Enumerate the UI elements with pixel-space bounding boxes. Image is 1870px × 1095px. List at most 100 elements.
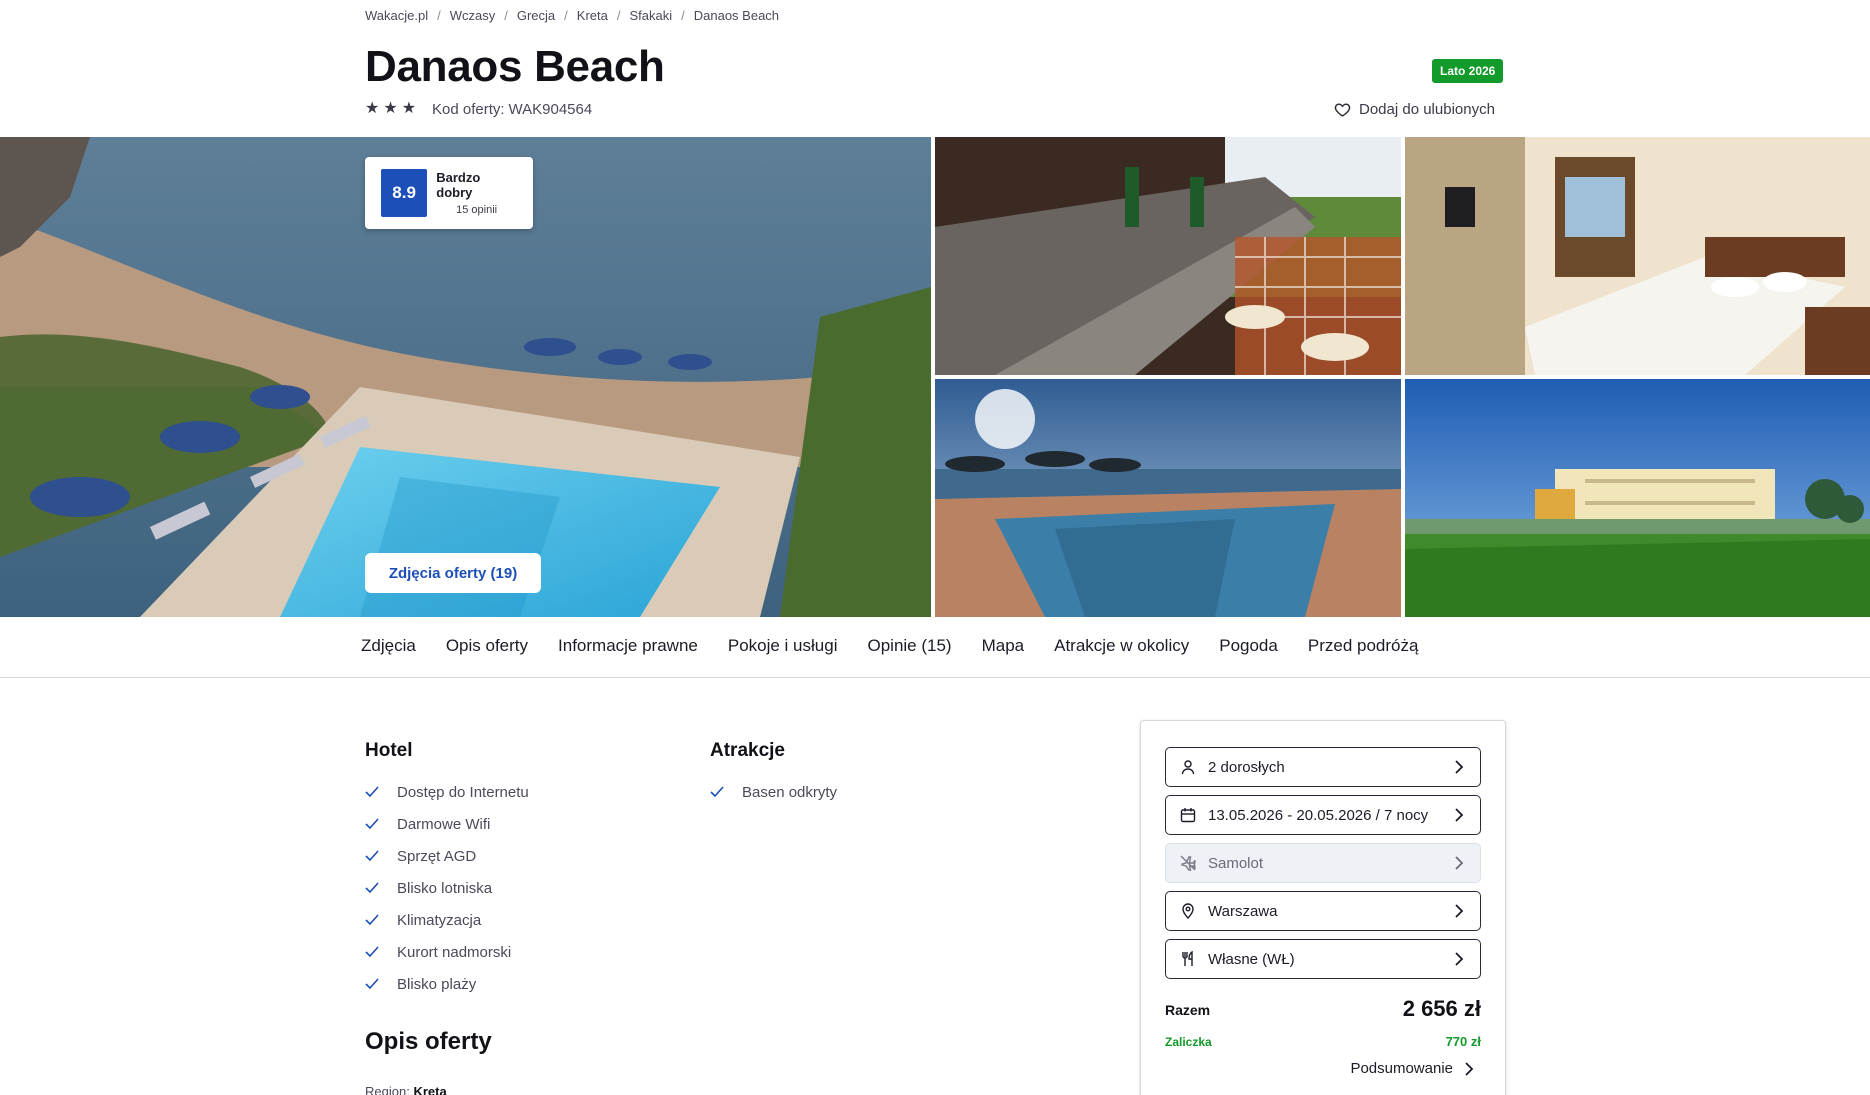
breadcrumb: Wakacje.pl / Wczasy / Grecja / Kreta / Sfaka… xyxy=(365,6,779,24)
tab-attractions[interactable]: Atrakcje w okolicy xyxy=(1054,630,1189,662)
breadcrumb-separator: / xyxy=(681,7,685,23)
checkmark-icon xyxy=(710,786,724,798)
region-line: Region: Kreta xyxy=(365,1084,447,1095)
list-item: Blisko lotniska xyxy=(365,872,529,904)
offer-code-label: Kod oferty: xyxy=(432,101,505,118)
feature-label: Kurort nadmorski xyxy=(397,943,512,961)
breadcrumb-item[interactable]: Kreta xyxy=(577,8,608,23)
star-icon: ★ xyxy=(401,100,417,117)
breadcrumb-item[interactable]: Sfakaki xyxy=(629,8,672,23)
chevron-right-icon xyxy=(1455,808,1464,822)
rating-label: Bardzo dobry xyxy=(436,170,481,200)
gallery-photo[interactable] xyxy=(1405,379,1870,617)
region-value: Kreta xyxy=(413,1084,447,1095)
tab-weather[interactable]: Pogoda xyxy=(1219,630,1278,662)
offer-photos-button[interactable]: Zdjęcia oferty (19) xyxy=(365,553,541,593)
feature-label: Basen odkryty xyxy=(742,783,838,801)
checkmark-icon xyxy=(365,914,379,926)
booking-panel: 2 dorosłych 13.05.2026 - 20.05.2026 / 7 … xyxy=(1140,720,1506,1095)
attractions-title: Atrakcje xyxy=(710,740,785,761)
list-item: Klimatyzacja xyxy=(365,904,529,936)
season-badge: Lato 2026 xyxy=(1432,59,1504,83)
chevron-right-icon xyxy=(1465,1061,1474,1076)
list-item: Dostęp do Internetu xyxy=(365,776,529,808)
tab-reviews[interactable]: Opinie (15) xyxy=(867,630,951,662)
total-price: 2 656 zł xyxy=(1402,996,1481,1021)
board-value: Własne (WŁ) xyxy=(1208,950,1295,968)
feature-label: Darmowe Wifi xyxy=(397,815,491,833)
checkmark-icon xyxy=(365,946,379,958)
attractions-list: Basen odkryty xyxy=(710,776,837,808)
deposit-label: Zaliczka xyxy=(1165,1035,1212,1049)
star-icon: ★ xyxy=(383,100,398,117)
chevron-right-icon xyxy=(1455,952,1464,966)
list-item: Blisko plaży xyxy=(365,968,529,1000)
travelers-value: 2 dorosłych xyxy=(1208,758,1285,776)
transport-selector[interactable]: Samolot xyxy=(1165,843,1481,883)
breadcrumb-separator: / xyxy=(564,7,568,23)
hotel-features-title: Hotel xyxy=(365,740,413,761)
chevron-right-icon xyxy=(1455,760,1464,774)
feature-label: Klimatyzacja xyxy=(397,911,482,929)
tab-map[interactable]: Mapa xyxy=(982,630,1025,662)
tab-legal-info[interactable]: Informacje prawne xyxy=(558,630,698,662)
dates-value: 13.05.2026 - 20.05.2026 / 7 nocy xyxy=(1208,806,1429,824)
checkmark-icon xyxy=(365,882,379,894)
breadcrumb-separator: / xyxy=(616,7,621,23)
heart-icon xyxy=(1334,103,1351,117)
offer-code: Kod oferty: WAK904564 xyxy=(432,101,592,118)
dates-selector[interactable]: 13.05.2026 - 20.05.2026 / 7 nocy xyxy=(1165,795,1481,835)
tab-photos[interactable]: Zdjęcia xyxy=(361,630,416,662)
checkmark-icon xyxy=(365,850,379,862)
breadcrumb-item[interactable]: Wakacje.pl xyxy=(365,8,428,23)
board-selector[interactable]: Własne (WŁ) xyxy=(1165,939,1481,979)
gallery-photo[interactable] xyxy=(935,379,1401,617)
hotel-features-list: Dostęp do Internetu Darmowe Wifi Sprzęt … xyxy=(365,776,529,1000)
hotel-stars: ★ ★ ★ xyxy=(365,101,416,117)
transport-value: Samolot xyxy=(1208,854,1264,872)
photo-gallery: 8.9 Bardzo dobry 15 opinii Zdjęcia ofert… xyxy=(0,137,1870,617)
fork-knife-icon xyxy=(1180,951,1196,967)
gallery-photo[interactable] xyxy=(1405,137,1870,375)
location-pin-icon xyxy=(1180,903,1196,919)
star-icon: ★ xyxy=(365,100,380,117)
feature-label: Sprzęt AGD xyxy=(397,847,477,865)
offer-description-title: Opis oferty xyxy=(365,1028,492,1055)
checkmark-icon xyxy=(365,786,379,798)
gallery-main-photo[interactable]: 8.9 Bardzo dobry 15 opinii Zdjęcia ofert… xyxy=(0,137,931,617)
summary-button[interactable]: Podsumowanie xyxy=(1350,1060,1475,1077)
page-title: Danaos Beach xyxy=(365,42,665,91)
list-item: Kurort nadmorski xyxy=(365,936,529,968)
calendar-icon xyxy=(1180,807,1196,823)
total-label: Razem xyxy=(1165,1002,1211,1018)
list-item: Sprzęt AGD xyxy=(365,840,529,872)
summary-label: Podsumowanie xyxy=(1350,1060,1453,1077)
rating-score: 8.9 xyxy=(381,169,428,217)
tab-offer-description[interactable]: Opis oferty xyxy=(446,630,528,662)
gallery-photo[interactable] xyxy=(935,137,1401,375)
tab-before-travel[interactable]: Przed podróżą xyxy=(1308,630,1419,662)
departure-value: Warszawa xyxy=(1208,902,1278,920)
deposit-price: 770 zł xyxy=(1445,1034,1481,1049)
region-label: Region: xyxy=(365,1084,410,1095)
add-to-favorites-button[interactable]: Dodaj do ulubionych xyxy=(1334,101,1495,118)
add-to-favorites-label: Dodaj do ulubionych xyxy=(1359,101,1495,118)
checkmark-icon xyxy=(365,818,379,830)
rating-count: 15 opinii xyxy=(456,204,498,216)
section-tabs: Zdjęcia Opis oferty Informacje prawne Po… xyxy=(361,630,1448,662)
list-item: Darmowe Wifi xyxy=(365,808,529,840)
departure-selector[interactable]: Warszawa xyxy=(1165,891,1481,931)
list-item: Basen odkryty xyxy=(710,776,837,808)
offer-code-value: WAK904564 xyxy=(508,101,593,118)
chevron-right-icon xyxy=(1455,904,1464,918)
feature-label: Blisko plaży xyxy=(397,975,477,993)
checkmark-icon xyxy=(365,978,379,990)
travelers-selector[interactable]: 2 dorosłych xyxy=(1165,747,1481,787)
chevron-right-icon xyxy=(1455,856,1464,870)
breadcrumb-item[interactable]: Wczasy xyxy=(450,8,496,23)
rating-card[interactable]: 8.9 Bardzo dobry 15 opinii xyxy=(365,157,533,229)
tab-rooms-services[interactable]: Pokoje i usługi xyxy=(728,630,838,662)
breadcrumb-item[interactable]: Grecja xyxy=(517,8,555,23)
plane-off-icon xyxy=(1180,855,1196,871)
breadcrumb-current: Danaos Beach xyxy=(693,7,780,23)
